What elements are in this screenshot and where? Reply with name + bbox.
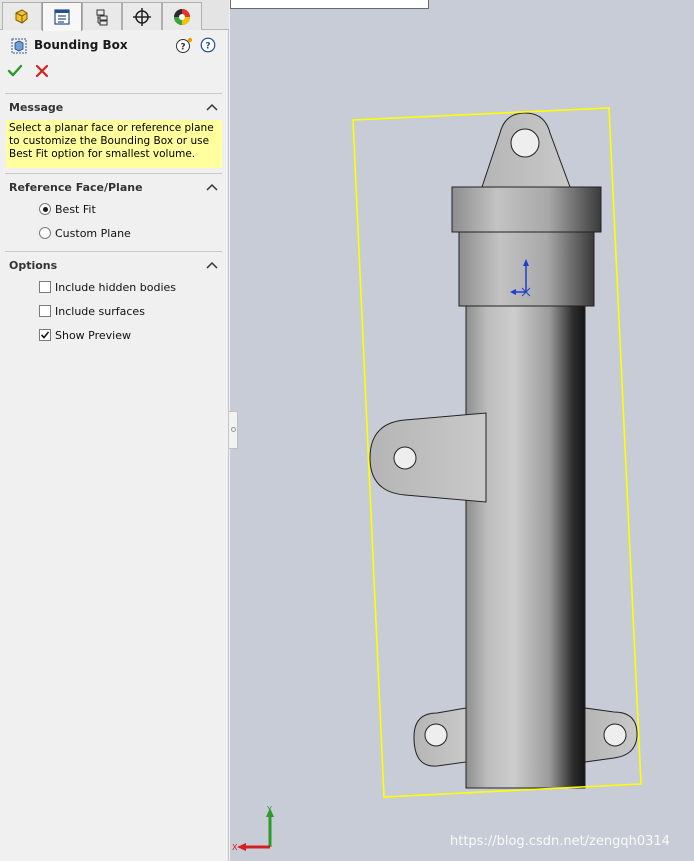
help-icon[interactable]: ? bbox=[175, 37, 193, 55]
toolbar-strip bbox=[230, 0, 429, 9]
best-fit-label: Best Fit bbox=[55, 202, 96, 216]
cancel-button[interactable] bbox=[35, 64, 49, 78]
section-divider bbox=[5, 251, 222, 252]
chevron-up-icon[interactable] bbox=[206, 183, 218, 191]
reference-section-heading: Reference Face/Plane bbox=[9, 181, 143, 194]
include-surfaces-checkbox[interactable]: Include surfaces bbox=[39, 304, 145, 318]
model-view bbox=[352, 107, 642, 798]
top-lug-hole bbox=[510, 128, 540, 158]
graphics-viewport[interactable]: Y X bbox=[230, 0, 694, 861]
checkbox[interactable] bbox=[39, 329, 51, 341]
chevron-up-icon[interactable] bbox=[206, 103, 218, 111]
chevron-up-icon[interactable] bbox=[206, 261, 218, 269]
checkbox[interactable] bbox=[39, 305, 51, 317]
watermark: https://blog.csdn.net/zengqh0314 bbox=[450, 834, 670, 849]
manager-tab-bar bbox=[0, 0, 229, 31]
tab-display-manager[interactable] bbox=[162, 2, 202, 30]
section-divider bbox=[5, 173, 222, 174]
axis-triad-icon: Y X bbox=[232, 805, 274, 852]
grip-icon bbox=[231, 427, 236, 432]
options-section-heading: Options bbox=[9, 259, 58, 272]
section-divider bbox=[5, 93, 222, 94]
radio-button[interactable] bbox=[39, 203, 51, 215]
feature-title: Bounding Box bbox=[34, 38, 128, 52]
appearance-icon bbox=[174, 8, 190, 25]
checkmark-icon bbox=[40, 331, 50, 339]
question-icon[interactable]: ? bbox=[200, 37, 216, 53]
tab-configuration-manager[interactable] bbox=[82, 2, 122, 30]
include-surfaces-label: Include surfaces bbox=[55, 304, 145, 318]
ok-button[interactable] bbox=[7, 63, 23, 79]
svg-text:?: ? bbox=[205, 42, 210, 52]
triad-x-label: X bbox=[232, 843, 238, 852]
property-manager-panel: Bounding Box ? ? Message Select a planar… bbox=[0, 0, 229, 861]
message-box: Select a planar face or reference plane … bbox=[6, 120, 222, 168]
side-lug[interactable] bbox=[369, 412, 487, 503]
configuration-icon bbox=[96, 9, 108, 25]
show-preview-checkbox[interactable]: Show Preview bbox=[39, 328, 131, 342]
panel-splitter-handle[interactable] bbox=[229, 411, 238, 449]
message-section-heading: Message bbox=[9, 101, 64, 114]
cylinder-body[interactable] bbox=[465, 304, 586, 789]
crosshair-icon bbox=[133, 7, 151, 26]
svg-text:?: ? bbox=[180, 43, 185, 53]
radio-button[interactable] bbox=[39, 227, 51, 239]
tab-feature-manager[interactable] bbox=[2, 2, 42, 30]
custom-plane-label: Custom Plane bbox=[55, 226, 131, 240]
property-manager-icon bbox=[54, 9, 70, 25]
show-preview-label: Show Preview bbox=[55, 328, 131, 342]
top-cap[interactable] bbox=[451, 186, 602, 233]
part-icon bbox=[15, 8, 28, 24]
bottom-right-lug-hole bbox=[603, 723, 627, 747]
side-lug-hole bbox=[393, 446, 417, 470]
feature-title-bar: Bounding Box ? ? bbox=[0, 34, 229, 58]
bottom-left-lug-hole bbox=[424, 723, 448, 747]
custom-plane-radio[interactable]: Custom Plane bbox=[39, 226, 131, 240]
tab-property-manager[interactable] bbox=[42, 2, 82, 31]
triad-y-label: Y bbox=[266, 805, 272, 814]
include-hidden-bodies-label: Include hidden bodies bbox=[55, 280, 177, 294]
bounding-box-icon bbox=[11, 38, 27, 54]
include-hidden-bodies-checkbox[interactable]: Include hidden bodies bbox=[39, 280, 176, 294]
tab-dimxpert-manager[interactable] bbox=[122, 2, 162, 30]
best-fit-radio[interactable]: Best Fit bbox=[39, 202, 96, 216]
checkbox[interactable] bbox=[39, 281, 51, 293]
